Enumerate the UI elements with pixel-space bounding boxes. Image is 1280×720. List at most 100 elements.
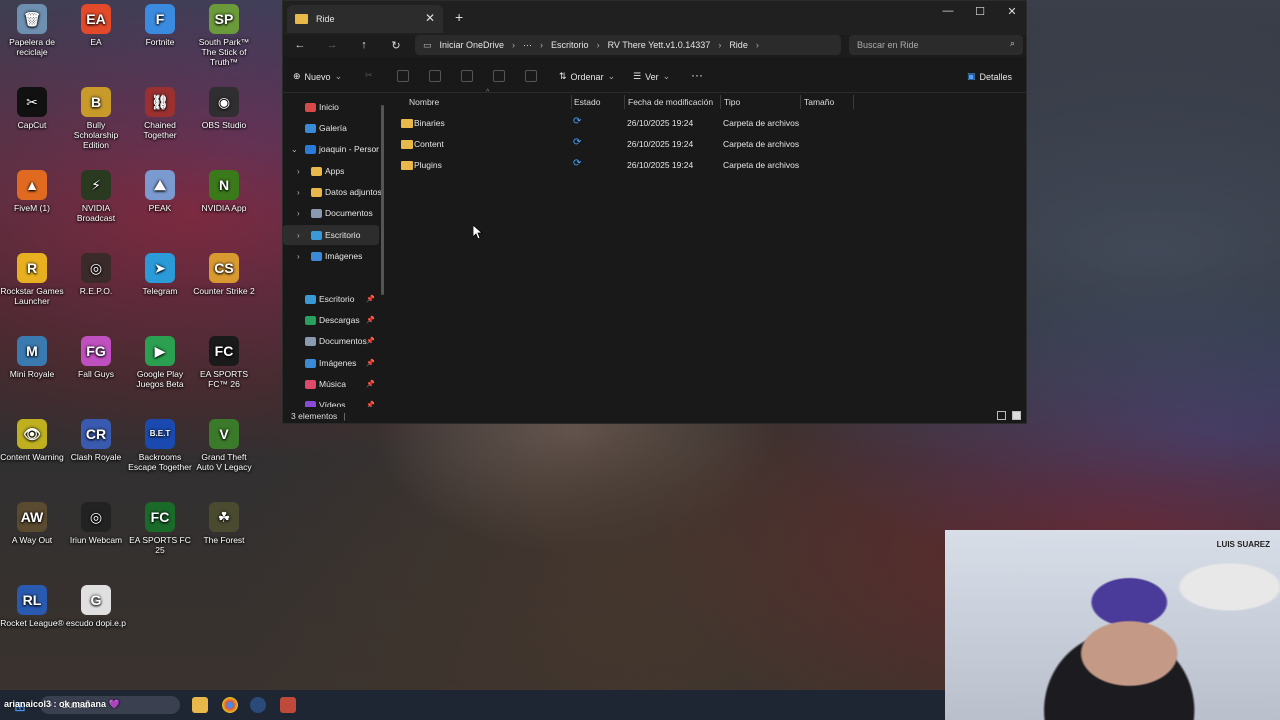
desktop-icon-label: Rocket League® <box>0 618 64 628</box>
breadcrumb-item[interactable]: Ride <box>729 40 748 50</box>
sidebar-item[interactable]: Inicio <box>283 97 379 117</box>
forward-button[interactable]: → <box>323 39 341 51</box>
app-taskbar-icon[interactable] <box>280 697 296 713</box>
breadcrumb-item[interactable]: RV There Yett.v1.0.14337 <box>608 40 711 50</box>
sidebar-item[interactable]: › Imágenes <box>283 246 379 266</box>
column-header-status[interactable]: Estado <box>574 97 600 107</box>
more-options-button[interactable]: ··· <box>691 68 703 82</box>
sidebar-item[interactable]: Vídeos 📌 <box>283 395 379 407</box>
new-tab-button[interactable]: + <box>455 9 463 25</box>
sidebar-item[interactable]: Galería <box>283 118 379 138</box>
chevron-right-icon[interactable]: › <box>297 252 300 261</box>
sidebar-item[interactable]: › Datos adjuntos <box>283 182 381 202</box>
desktop-icon[interactable]: 🗑 Papelera de reciclaje <box>0 4 64 57</box>
desktop-icon[interactable]: SP South Park™ The Stick of Truth™ <box>192 4 256 67</box>
desktop-icon[interactable]: FC EA SPORTS FC™ 26 <box>192 336 256 389</box>
desktop-icon[interactable]: AW A Way Out <box>0 502 64 545</box>
desktop-icon[interactable]: RL Rocket League® <box>0 585 64 628</box>
tab-ride[interactable]: Ride ✕ <box>287 5 443 33</box>
search-input[interactable]: Buscar en Ride ⌕ <box>849 35 1023 55</box>
desktop-icon[interactable]: ⛓ Chained Together <box>128 87 192 140</box>
navigation-pane-scrollbar[interactable] <box>381 105 384 295</box>
sidebar-item[interactable]: Imágenes 📌 <box>283 353 379 373</box>
close-button[interactable]: ✕ <box>997 5 1027 18</box>
sidebar-item[interactable]: Documentos 📌 <box>283 331 379 351</box>
sidebar-item[interactable]: › Documentos <box>283 203 379 223</box>
details-button[interactable]: ▣ Detalles <box>967 71 1012 82</box>
up-button[interactable]: ↑ <box>355 39 373 51</box>
breadcrumb[interactable]: ▭ Iniciar OneDrive › ··· › Escritorio › … <box>415 35 841 55</box>
paste-icon[interactable] <box>429 70 441 82</box>
column-divider[interactable] <box>720 95 721 109</box>
desktop-icon[interactable]: EA EA <box>64 4 128 47</box>
desktop-icon[interactable]: ⛰ PEAK <box>128 170 192 213</box>
chevron-right-icon[interactable]: › <box>297 209 300 218</box>
file-row[interactable]: Binaries ⟳ 26/10/2025 19:24 Carpeta de arch… <box>397 114 857 132</box>
sidebar-item[interactable]: Descargas 📌 <box>283 310 379 330</box>
desktop-app-icon: ⛓ <box>145 87 175 117</box>
column-header-type[interactable]: Tipo <box>724 97 740 107</box>
desktop-icon[interactable]: Gescudo dopi.e.p <box>64 585 128 628</box>
desktop-icon[interactable]: ▲ FiveM (1) <box>0 170 64 213</box>
back-button[interactable]: ← <box>291 39 309 51</box>
details-view-toggle[interactable] <box>997 411 1006 420</box>
maximize-button[interactable]: ☐ <box>965 5 995 18</box>
chevron-down-icon[interactable]: ⌄ <box>291 145 298 154</box>
desktop-icon[interactable]: ◎ R.E.P.O. <box>64 253 128 296</box>
share-icon[interactable] <box>493 70 505 82</box>
breadcrumb-item[interactable]: Iniciar OneDrive <box>440 40 505 50</box>
refresh-button[interactable]: ↻ <box>387 39 405 52</box>
file-row[interactable]: Content ⟳ 26/10/2025 19:24 Carpeta de archi… <box>397 135 857 153</box>
desktop-icon[interactable]: CR Clash Royale <box>64 419 128 462</box>
file-row[interactable]: Plugins ⟳ 26/10/2025 19:24 Carpeta de archi… <box>397 156 857 174</box>
desktop-icon[interactable]: ▶ Google Play Juegos Beta <box>128 336 192 389</box>
desktop-icon[interactable]: ⚡ NVIDIA Broadcast <box>64 170 128 223</box>
desktop-icon[interactable]: F Fortnite <box>128 4 192 47</box>
column-header-name[interactable]: Nombre <box>409 97 439 107</box>
desktop-icon[interactable]: ➤ Telegram <box>128 253 192 296</box>
desktop-icon[interactable]: N NVIDIA App <box>192 170 256 213</box>
file-explorer-taskbar-icon[interactable] <box>192 697 208 713</box>
tiles-view-toggle[interactable] <box>1012 411 1021 420</box>
sidebar-item[interactable]: Escritorio 📌 <box>283 289 379 309</box>
desktop-icon[interactable]: ✂ CapCut <box>0 87 64 130</box>
desktop-icon[interactable]: FC EA SPORTS FC 25 <box>128 502 192 555</box>
desktop-icon[interactable]: R Rockstar Games Launcher <box>0 253 64 306</box>
new-button[interactable]: ⊕ Nuevo ⌄ <box>293 71 342 82</box>
view-button[interactable]: ☰ Ver ⌄ <box>633 71 670 82</box>
desktop-icon[interactable]: ◎ Iriun Webcam <box>64 502 128 545</box>
sidebar-item[interactable]: › Apps <box>283 161 379 181</box>
desktop-icon[interactable]: 👁 Content Warning <box>0 419 64 462</box>
desktop-icon[interactable]: FG Fall Guys <box>64 336 128 379</box>
tab-close-icon[interactable]: ✕ <box>425 11 435 25</box>
chevron-right-icon[interactable]: › <box>297 167 300 176</box>
rename-icon[interactable] <box>461 70 473 82</box>
column-divider[interactable] <box>800 95 801 109</box>
desktop-icon[interactable]: ◉ OBS Studio <box>192 87 256 130</box>
steam-taskbar-icon[interactable] <box>250 697 266 713</box>
cut-icon[interactable]: ✂ <box>365 70 377 82</box>
chrome-taskbar-icon[interactable] <box>222 697 238 713</box>
chevron-right-icon[interactable]: › <box>297 188 300 197</box>
sidebar-item[interactable]: ⌄ joaquin - Persor <box>283 139 379 159</box>
column-divider[interactable] <box>624 95 625 109</box>
sidebar-item[interactable]: › Escritorio <box>283 225 379 245</box>
column-divider[interactable] <box>853 95 854 109</box>
minimize-button[interactable]: — <box>933 5 963 17</box>
desktop-icon[interactable]: B.E.T Backrooms Escape Together <box>128 419 192 472</box>
delete-icon[interactable] <box>525 70 537 82</box>
column-header-date[interactable]: Fecha de modificación <box>628 97 713 107</box>
breadcrumb-item[interactable]: Escritorio <box>551 40 589 50</box>
desktop-icon[interactable]: CS Counter Strike 2 <box>192 253 256 296</box>
sort-button[interactable]: ⇅ Ordenar ⌄ <box>559 71 615 82</box>
breadcrumb-more[interactable]: ··· <box>523 40 532 50</box>
desktop-icon[interactable]: B Bully Scholarship Edition <box>64 87 128 150</box>
copy-icon[interactable] <box>397 70 409 82</box>
column-divider[interactable] <box>571 95 572 109</box>
desktop-icon[interactable]: V Grand Theft Auto V Legacy <box>192 419 256 472</box>
sidebar-item[interactable]: Música 📌 <box>283 374 379 394</box>
desktop-icon[interactable]: M Mini Royale <box>0 336 64 379</box>
desktop-icon[interactable]: ☘ The Forest <box>192 502 256 545</box>
chevron-right-icon[interactable]: › <box>297 231 300 240</box>
column-header-size[interactable]: Tamaño <box>804 97 834 107</box>
